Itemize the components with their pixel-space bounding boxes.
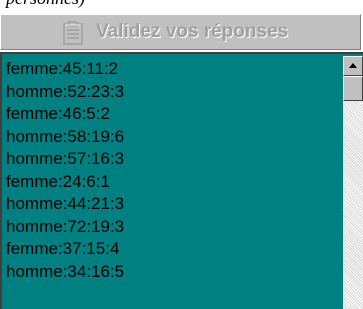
list-item[interactable]: femme:24:6:1: [6, 171, 342, 194]
list-item[interactable]: homme:44:21:3: [6, 193, 342, 216]
responses-listbox[interactable]: femme:45:11:2 homme:52:23:3 femme:46:5:2…: [0, 52, 363, 309]
clipboard-icon: [63, 21, 83, 45]
responses-list: femme:45:11:2 homme:52:23:3 femme:46:5:2…: [6, 58, 342, 309]
arrow-up-icon: [349, 63, 357, 68]
vertical-scrollbar[interactable]: [343, 56, 363, 309]
scroll-up-button[interactable]: [343, 56, 363, 76]
page: personnes) Validez vos réponses femme:45…: [0, 0, 363, 309]
list-item[interactable]: femme:37:15:4: [6, 238, 342, 261]
list-item[interactable]: homme:34:16:5: [6, 261, 342, 284]
scroll-thumb[interactable]: [343, 76, 363, 101]
list-item[interactable]: femme:45:11:2: [6, 58, 342, 81]
list-item[interactable]: homme:72:19:3: [6, 216, 342, 239]
list-item[interactable]: homme:58:19:6: [6, 126, 342, 149]
validate-answers-button[interactable]: Validez vos réponses: [0, 14, 361, 50]
header-text: personnes): [6, 0, 85, 9]
list-item[interactable]: homme:57:16:3: [6, 148, 342, 171]
list-item[interactable]: femme:46:5:2: [6, 103, 342, 126]
list-item[interactable]: homme:52:23:3: [6, 81, 342, 104]
validate-answers-label: Validez vos réponses: [96, 21, 289, 42]
